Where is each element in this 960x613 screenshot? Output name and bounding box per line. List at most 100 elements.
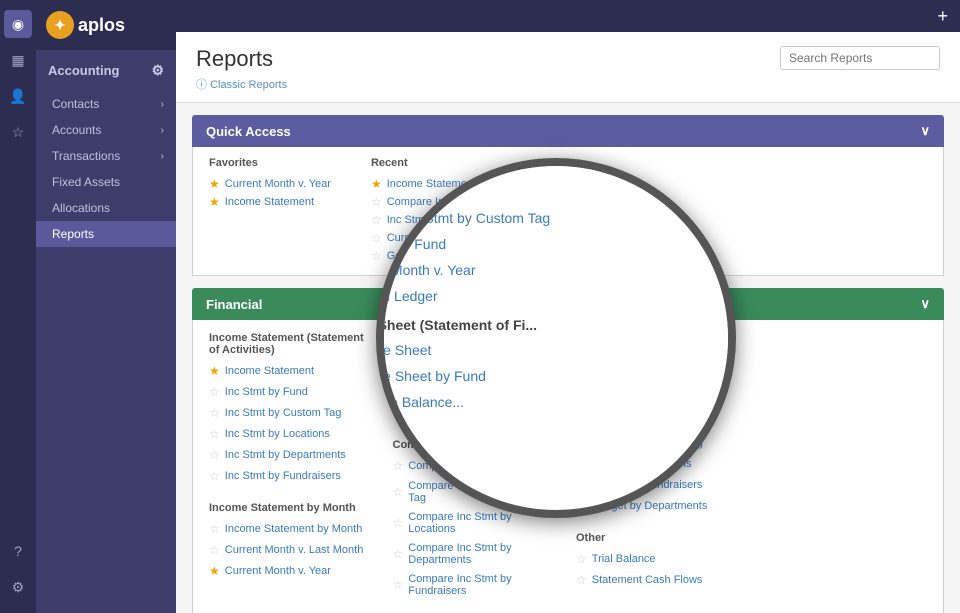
list-item[interactable]: ★ Current Month v. Year (209, 175, 331, 193)
report-link[interactable]: Budget by Custom Tag (592, 437, 703, 449)
people-icon[interactable]: 👤 (4, 82, 32, 110)
star-icon[interactable]: ☆ (371, 195, 382, 209)
list-item[interactable]: ☆ Inc Stmt by Fund (371, 211, 552, 229)
list-item[interactable]: ☆ Inc Stmt by Fund (209, 383, 377, 401)
star-icon[interactable]: ☆ (209, 427, 220, 441)
list-item[interactable]: ☆Inc Stmt by Fundraisers (209, 467, 377, 485)
star-icon[interactable]: ☆ (393, 547, 404, 561)
star-icon[interactable]: ☆ (371, 249, 382, 263)
chart-icon[interactable]: ▦ (4, 46, 32, 74)
report-link[interactable]: Balance Sheet (408, 365, 480, 377)
report-link[interactable]: Trial Balance (592, 553, 656, 565)
star-icon[interactable]: ☆ (209, 448, 220, 462)
report-link[interactable]: Inc Stmt by Locations (225, 428, 330, 440)
list-item[interactable]: ☆Inc Stmt by Departments (209, 446, 377, 464)
financial-header[interactable]: Financial ∨ (192, 288, 944, 320)
list-item[interactable]: ☆ Trial Balance (576, 550, 744, 568)
report-link[interactable]: Income Statement (225, 196, 314, 208)
report-link[interactable]: Compare Inc Stmt by Fundraisers (408, 573, 560, 597)
star-icon[interactable]: ★ (209, 564, 220, 578)
gear-icon[interactable]: ⚙ (151, 62, 164, 79)
report-link[interactable]: Income Statement (387, 178, 476, 190)
report-link[interactable]: Inc Stmt by Fund (387, 214, 470, 226)
list-item[interactable]: ☆ Compare Balance... (393, 404, 561, 422)
star-nav-icon[interactable]: ☆ (4, 118, 32, 146)
star-icon[interactable]: ☆ (209, 543, 220, 557)
list-item[interactable]: ☆ Compare Inc Stmt by Fundraisers (393, 571, 561, 599)
report-link[interactable]: Compare Balance... (408, 407, 505, 419)
dashboard-icon[interactable]: ◉ (4, 10, 32, 38)
report-link[interactable]: Current Month v. Last Month (225, 544, 364, 556)
report-link[interactable]: Income Statement by Month (225, 523, 363, 535)
list-item[interactable]: ☆ Compare Inc Stmt by Departments (393, 540, 561, 568)
report-link[interactable]: Balance Sheet by Fund (408, 386, 522, 398)
list-item[interactable]: ☆ Current Month v. Year (576, 392, 744, 410)
star-icon[interactable]: ☆ (576, 478, 587, 492)
star-icon[interactable]: ☆ (576, 573, 587, 587)
star-icon[interactable]: ☆ (576, 457, 587, 471)
list-item[interactable]: ★ Balance Sheet (393, 362, 561, 380)
report-link[interactable]: Inc Stmt by Fundraisers (225, 470, 341, 482)
search-input[interactable] (780, 46, 940, 70)
list-item[interactable]: ☆Inc Stmt by Custom Tag (209, 404, 377, 422)
list-item[interactable]: ☆Budget by Fund (576, 413, 744, 431)
report-link[interactable]: Statement Cash Flows (592, 574, 703, 586)
list-item[interactable]: ☆ Current Month v. Year (371, 229, 552, 247)
report-link[interactable]: Current Month v. Year (592, 395, 698, 407)
list-item[interactable]: ☆Budget by Departments (576, 497, 744, 515)
report-link[interactable]: Compare Inc Stmt by Custom Tag (387, 196, 552, 208)
settings-icon[interactable]: ⚙ (4, 573, 32, 601)
nav-item-allocations[interactable]: Allocations (36, 195, 176, 221)
report-link[interactable]: Current Month v. Last Month (592, 374, 731, 386)
report-link[interactable]: Compare Inc Stmt by Departments (408, 542, 560, 566)
list-item[interactable]: ☆ Compare Inc Stmt by Custom Tag (371, 193, 552, 211)
star-icon[interactable]: ★ (371, 177, 382, 191)
star-icon[interactable]: ☆ (371, 231, 382, 245)
report-link[interactable]: Compare Inc Stmt by Custom Tag (408, 480, 560, 504)
report-link[interactable]: Income Statement (225, 365, 314, 377)
list-item[interactable]: ☆ Compare Inc Stmt by Fund (393, 457, 561, 475)
report-link[interactable]: Current Month v. Year (225, 565, 331, 577)
list-item[interactable]: ★ Income Statement (209, 362, 377, 380)
star-icon[interactable]: ☆ (576, 415, 587, 429)
report-link[interactable]: Current Month v. Year (387, 232, 493, 244)
list-item[interactable]: ★ Current Month v. Year (209, 562, 377, 580)
star-icon[interactable]: ☆ (209, 385, 220, 399)
star-icon[interactable]: ☆ (576, 552, 587, 566)
star-icon[interactable]: ☆ (393, 578, 404, 592)
star-icon[interactable]: ☆ (393, 516, 404, 530)
list-item[interactable]: ☆ Current Month v. Last Month (576, 371, 744, 389)
report-link[interactable]: Compare Inc Stmt by Locations (408, 511, 560, 535)
nav-item-contacts[interactable]: Contacts › (36, 91, 176, 117)
list-item[interactable]: ☆ Current Month v. Last Month (209, 541, 377, 559)
star-icon[interactable]: ☆ (576, 499, 587, 513)
report-link[interactable]: Compare Inc Stmt by Fund (408, 460, 539, 472)
list-item[interactable]: ☆Year to Date (576, 350, 744, 368)
star-icon[interactable]: ☆ (576, 394, 587, 408)
star-icon[interactable]: ☆ (576, 373, 587, 387)
star-icon[interactable]: ★ (209, 364, 220, 378)
star-icon[interactable]: ☆ (393, 385, 404, 399)
list-item[interactable]: ☆ General Ledger (371, 247, 552, 265)
list-item[interactable]: ☆ Balance Sheet by Fund (393, 383, 561, 401)
star-icon[interactable]: ☆ (371, 213, 382, 227)
nav-item-accounts[interactable]: Accounts › (36, 117, 176, 143)
star-icon[interactable]: ★ (209, 177, 220, 191)
report-link[interactable]: Current Month v. Year (225, 178, 331, 190)
report-link[interactable]: Inc Stmt by Custom Tag (225, 407, 342, 419)
star-icon[interactable]: ☆ (576, 352, 587, 366)
list-item[interactable]: ☆ Budget by Custom Tag (576, 434, 744, 452)
list-item[interactable]: ☆Income Statement by Month (209, 520, 377, 538)
star-icon[interactable]: ☆ (393, 406, 404, 420)
quick-access-header[interactable]: Quick Access ∨ (192, 115, 944, 147)
star-icon[interactable]: ★ (393, 364, 404, 378)
list-item[interactable]: ☆ Statement Cash Flows (576, 571, 744, 589)
list-item[interactable]: ★ Income Statement (371, 175, 552, 193)
nav-item-fixed-assets[interactable]: Fixed Assets (36, 169, 176, 195)
star-icon[interactable]: ☆ (393, 459, 404, 473)
report-link[interactable]: Inc Stmt by Fund (225, 386, 308, 398)
report-link[interactable]: Budget by Locations (592, 458, 692, 470)
list-item[interactable]: ☆ Compare Inc Stmt by Custom Tag (393, 478, 561, 506)
star-icon[interactable]: ☆ (393, 485, 404, 499)
star-icon[interactable]: ☆ (576, 436, 587, 450)
